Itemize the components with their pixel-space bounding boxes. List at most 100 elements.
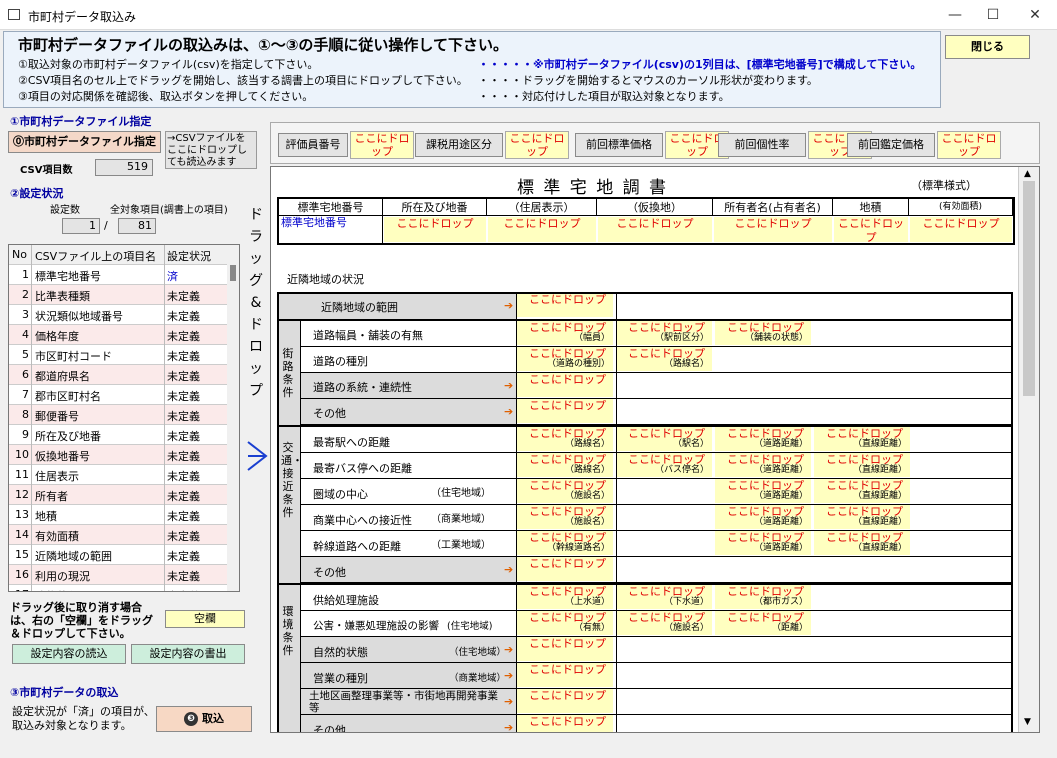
list-item-name[interactable]: 標準宅地番号 [35,268,101,284]
list-item[interactable]: 8 郵便番号 未定義 [9,405,227,425]
drop-target[interactable]: ここにドロップ （施設名） [517,505,613,529]
list-item-name[interactable]: 状況類似地域番号 [35,308,123,324]
close-button[interactable]: 閉じる [945,35,1030,59]
list-item-name[interactable]: 有効面積 [35,528,79,544]
maximize-button[interactable]: ☐ [978,4,1008,26]
import-button-label: 取込 [202,712,224,725]
drop-target[interactable]: ここにドロップ （距離） [715,611,811,635]
drop-target[interactable]: ここにドロップ （直線距離） [814,427,910,451]
drop-target[interactable]: ここにドロップ （路線名） [517,427,613,451]
instructions-panel: 市町村データファイルの取込みは、①～③の手順に従い操作して下さい。 ①取込対象の… [3,31,941,108]
drop-target[interactable]: ここにドロップ （道路距離） [715,427,811,451]
drop-target[interactable]: ここにドロップ （道路距離） [715,453,811,477]
header-drop-5[interactable]: ここにドロップ [714,217,832,242]
drop-target[interactable]: ここにドロップ （幅員） [517,321,613,345]
drop-target[interactable]: ここにドロップ [517,689,613,713]
drop-target[interactable]: ここにドロップ （道路距離） [715,531,811,555]
drop-target[interactable]: ここにドロップ （幹線道路名） [517,531,613,555]
list-item-name[interactable]: 地積 [35,508,57,524]
list-item[interactable]: 17 建物的使用 未定義 [9,585,227,591]
drop-target[interactable]: ここにドロップ （路線名） [616,347,712,371]
drop-target[interactable]: ここにドロップ （都市ガス） [715,585,811,609]
drop-target[interactable]: ここにドロップ （道路距離） [715,505,811,529]
header-drop-7[interactable]: ここにドロップ [910,217,1012,242]
list-item-name[interactable]: 郵便番号 [35,408,79,424]
list-item-name[interactable]: 都道府県名 [35,368,90,384]
drop-target[interactable]: ここにドロップ [517,373,613,397]
form-scroll-thumb[interactable] [1023,181,1035,396]
drop-target[interactable]: ここにドロップ （下水道） [616,585,712,609]
list-item-name[interactable]: 建物的使用 [35,588,90,591]
read-settings-button[interactable]: 設定内容の読込 [12,644,126,664]
list-item-name[interactable]: 価格年度 [35,328,79,344]
drop-target[interactable]: ここにドロップ （施設名） [616,611,712,635]
list-item[interactable]: 7 郡市区町村名 未定義 [9,385,227,405]
scroll-up-icon[interactable]: ▲ [1024,169,1031,179]
list-item[interactable]: 2 比準表種類 未定義 [9,285,227,305]
list-item-name[interactable]: 近隣地域の範囲 [35,548,112,564]
list-item[interactable]: 10 仮換地番号 未定義 [9,445,227,465]
list-item[interactable]: 14 有効面積 未定義 [9,525,227,545]
list-scroll-thumb[interactable] [230,265,236,281]
list-item-name[interactable]: 所有者 [35,488,68,504]
header-drop-4[interactable]: ここにドロップ [598,217,712,242]
list-item-name[interactable]: 住居表示 [35,468,79,484]
drop-target[interactable]: ここにドロップ （舗装の状態） [715,321,811,345]
drop-target[interactable]: ここにドロップ （上水道） [517,585,613,609]
drop-target[interactable]: ここにドロップ （道路の種別） [517,347,613,371]
list-scrollbar[interactable] [227,245,239,591]
minimize-button[interactable]: — [940,4,970,26]
list-item[interactable]: 13 地積 未定義 [9,505,227,525]
drop-target[interactable]: ここにドロップ （直線距離） [814,505,910,529]
list-item[interactable]: 9 所在及び地番 未定義 [9,425,227,445]
drop-target[interactable]: ここにドロップ [517,663,613,687]
list-item[interactable]: 16 利用の現況 未定義 [9,565,227,585]
form-scrollbar[interactable]: ▲ ▼ [1018,167,1039,732]
drop-target[interactable]: ここにドロップ （路線名） [517,453,613,477]
list-item[interactable]: 6 都道府県名 未定義 [9,365,227,385]
drop-target[interactable]: ここにドロップ [517,715,613,732]
header-drop-3[interactable]: ここにドロップ [488,217,596,242]
list-item-name[interactable]: 所在及び地番 [35,428,101,444]
drop-target[interactable]: ここにドロップ （直線距離） [814,479,910,503]
top-target-drop[interactable]: ここにドロップ [505,131,569,159]
list-item[interactable]: 4 価格年度 未定義 [9,325,227,345]
scroll-down-icon[interactable]: ▼ [1024,717,1031,727]
specify-file-button[interactable]: ⓪市町村データファイル指定 [8,131,161,153]
drop-target[interactable]: ここにドロップ （駅前区分） [616,321,712,345]
drop-target[interactable]: ここにドロップ （バス停名） [616,453,712,477]
list-item-name[interactable]: 郡市区町村名 [35,388,101,404]
close-window-button[interactable]: ✕ [1020,4,1050,26]
drop-target[interactable]: ここにドロップ （有無） [517,611,613,635]
header-drop-6[interactable]: ここにドロップ [834,217,908,242]
csv-item-list[interactable]: No CSVファイル上の項目名 設定状況 1 標準宅地番号済 2 比準表種類 未定義 3 状… [8,244,240,592]
list-item-status: 未定義 [167,290,200,303]
drop-target[interactable]: ここにドロップ （直線距離） [814,453,910,477]
drop-target[interactable]: ここにドロップ （直線距離） [814,531,910,555]
blank-drag-source[interactable]: 空欄 [165,610,245,628]
list-item[interactable]: 12 所有者 未定義 [9,485,227,505]
drop-target[interactable]: ここにドロップ [517,557,613,581]
drop-target[interactable]: ここにドロップ [517,637,613,661]
write-settings-button[interactable]: 設定内容の書出 [131,644,245,664]
header-drop-2[interactable]: ここにドロップ [384,217,486,242]
list-item-name[interactable]: 市区町村コード [35,348,112,364]
list-item[interactable]: 15 近隣地域の範囲 未定義 [9,545,227,565]
list-item-name[interactable]: 比準表種類 [35,288,90,304]
range-drop[interactable]: ここにドロップ [517,293,613,317]
top-target-drop[interactable]: ここにドロップ [350,131,414,159]
list-item[interactable]: 5 市区町村コード 未定義 [9,345,227,365]
list-item[interactable]: 3 状況類似地域番号 未定義 [9,305,227,325]
drop-target[interactable]: ここにドロップ [517,399,613,423]
env-note: (住宅地域) [447,621,493,632]
csv-drop-zone[interactable]: →CSVファイルをここにドロップしても読込みます [165,131,257,169]
list-item-name[interactable]: 利用の現況 [35,568,90,584]
list-item-name[interactable]: 仮換地番号 [35,448,90,464]
top-target-drop[interactable]: ここにドロップ [937,131,1001,159]
drop-target[interactable]: ここにドロップ （道路距離） [715,479,811,503]
list-item[interactable]: 1 標準宅地番号 済 [9,265,227,285]
drop-target[interactable]: ここにドロップ （駅名） [616,427,712,451]
list-item[interactable]: 11 住居表示 未定義 [9,465,227,485]
import-button[interactable]: ❸ 取込 [156,706,252,732]
drop-target[interactable]: ここにドロップ （施設名） [517,479,613,503]
